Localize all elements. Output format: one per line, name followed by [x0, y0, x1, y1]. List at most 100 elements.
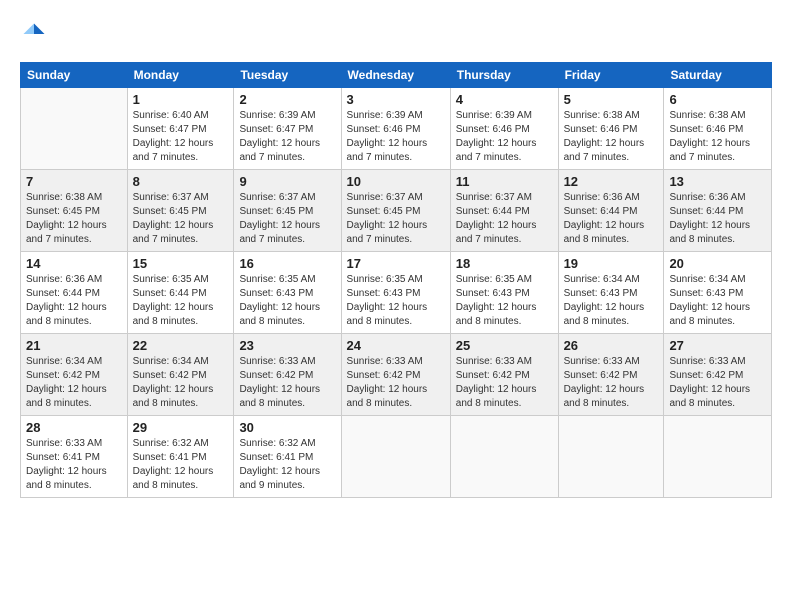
- day-info: Sunrise: 6:33 AM Sunset: 6:42 PM Dayligh…: [456, 355, 553, 411]
- day-number: 16: [239, 256, 335, 271]
- day-info: Sunrise: 6:39 AM Sunset: 6:47 PM Dayligh…: [239, 109, 335, 165]
- calendar-cell: 1Sunrise: 6:40 AM Sunset: 6:47 PM Daylig…: [127, 88, 234, 170]
- calendar-cell: 6 Sunrise: 6:38 AM Sunset: 6:46 PM Daylig…: [664, 88, 772, 170]
- logo-icon: [20, 20, 48, 48]
- day-info: Sunrise: 6:35 AM Sunset: 6:43 PM Dayligh…: [456, 273, 553, 329]
- day-number: 29: [133, 420, 229, 435]
- calendar-cell: 9Sunrise: 6:37 AM Sunset: 6:45 PM Daylig…: [234, 170, 341, 252]
- day-number: 5: [564, 92, 659, 107]
- day-info: Sunrise: 6:37 AM Sunset: 6:45 PM Dayligh…: [347, 191, 445, 247]
- calendar-cell: 4 Sunrise: 6:39 AM Sunset: 6:46 PM Daylig…: [450, 88, 558, 170]
- day-header-saturday: Saturday: [664, 63, 772, 88]
- day-header-thursday: Thursday: [450, 63, 558, 88]
- calendar-header-row: SundayMondayTuesdayWednesdayThursdayFrid…: [21, 63, 772, 88]
- calendar-cell: 23 Sunrise: 6:33 AM Sunset: 6:42 PM Dayli…: [234, 334, 341, 416]
- calendar-table: SundayMondayTuesdayWednesdayThursdayFrid…: [20, 62, 772, 498]
- day-info: Sunrise: 6:34 AM Sunset: 6:43 PM Dayligh…: [669, 273, 766, 329]
- day-number: 12: [564, 174, 659, 189]
- day-number: 28: [26, 420, 122, 435]
- calendar-cell: 5 Sunrise: 6:38 AM Sunset: 6:46 PM Daylig…: [558, 88, 664, 170]
- calendar-cell: 19Sunrise: 6:34 AM Sunset: 6:43 PM Dayli…: [558, 252, 664, 334]
- calendar-cell: 8 Sunrise: 6:37 AM Sunset: 6:45 PM Daylig…: [127, 170, 234, 252]
- calendar-cell: 25 Sunrise: 6:33 AM Sunset: 6:42 PM Dayli…: [450, 334, 558, 416]
- calendar-cell: 10 Sunrise: 6:37 AM Sunset: 6:45 PM Dayli…: [341, 170, 450, 252]
- calendar-cell: [664, 416, 772, 498]
- calendar-cell: [21, 88, 128, 170]
- day-info: Sunrise: 6:35 AM Sunset: 6:43 PM Dayligh…: [239, 273, 335, 329]
- day-info: Sunrise: 6:39 AM Sunset: 6:46 PM Dayligh…: [456, 109, 553, 165]
- day-info: Sunrise: 6:36 AM Sunset: 6:44 PM Dayligh…: [26, 273, 122, 329]
- calendar-week-row: 1Sunrise: 6:40 AM Sunset: 6:47 PM Daylig…: [21, 88, 772, 170]
- calendar-cell: 14 Sunrise: 6:36 AM Sunset: 6:44 PM Dayli…: [21, 252, 128, 334]
- calendar-cell: 22 Sunrise: 6:34 AM Sunset: 6:42 PM Dayli…: [127, 334, 234, 416]
- calendar-week-row: 14 Sunrise: 6:36 AM Sunset: 6:44 PM Dayli…: [21, 252, 772, 334]
- calendar-cell: 13 Sunrise: 6:36 AM Sunset: 6:44 PM Dayli…: [664, 170, 772, 252]
- day-number: 1: [133, 92, 229, 107]
- day-info: Sunrise: 6:35 AM Sunset: 6:43 PM Dayligh…: [347, 273, 445, 329]
- calendar-cell: 20 Sunrise: 6:34 AM Sunset: 6:43 PM Dayli…: [664, 252, 772, 334]
- day-number: 19: [564, 256, 659, 271]
- day-header-monday: Monday: [127, 63, 234, 88]
- day-info: Sunrise: 6:36 AM Sunset: 6:44 PM Dayligh…: [564, 191, 659, 247]
- day-info: Sunrise: 6:33 AM Sunset: 6:42 PM Dayligh…: [564, 355, 659, 411]
- day-number: 6: [669, 92, 766, 107]
- day-info: Sunrise: 6:34 AM Sunset: 6:42 PM Dayligh…: [133, 355, 229, 411]
- calendar-cell: 18 Sunrise: 6:35 AM Sunset: 6:43 PM Dayli…: [450, 252, 558, 334]
- calendar-cell: 2 Sunrise: 6:39 AM Sunset: 6:47 PM Daylig…: [234, 88, 341, 170]
- day-number: 23: [239, 338, 335, 353]
- day-info: Sunrise: 6:35 AM Sunset: 6:44 PM Dayligh…: [133, 273, 229, 329]
- day-number: 17: [347, 256, 445, 271]
- day-info: Sunrise: 6:38 AM Sunset: 6:46 PM Dayligh…: [669, 109, 766, 165]
- day-number: 21: [26, 338, 122, 353]
- day-info: Sunrise: 6:37 AM Sunset: 6:44 PM Dayligh…: [456, 191, 553, 247]
- calendar-cell: 7 Sunrise: 6:38 AM Sunset: 6:45 PM Daylig…: [21, 170, 128, 252]
- day-header-wednesday: Wednesday: [341, 63, 450, 88]
- day-number: 13: [669, 174, 766, 189]
- day-info: Sunrise: 6:33 AM Sunset: 6:42 PM Dayligh…: [239, 355, 335, 411]
- calendar-week-row: 28 Sunrise: 6:33 AM Sunset: 6:41 PM Dayli…: [21, 416, 772, 498]
- day-info: Sunrise: 6:32 AM Sunset: 6:41 PM Dayligh…: [133, 437, 229, 493]
- day-number: 10: [347, 174, 445, 189]
- calendar-cell: 26 Sunrise: 6:33 AM Sunset: 6:42 PM Dayli…: [558, 334, 664, 416]
- page-header: [20, 20, 772, 48]
- day-number: 8: [133, 174, 229, 189]
- day-number: 20: [669, 256, 766, 271]
- calendar-cell: 12 Sunrise: 6:36 AM Sunset: 6:44 PM Dayli…: [558, 170, 664, 252]
- calendar-week-row: 21 Sunrise: 6:34 AM Sunset: 6:42 PM Dayli…: [21, 334, 772, 416]
- day-info: Sunrise: 6:38 AM Sunset: 6:45 PM Dayligh…: [26, 191, 122, 247]
- day-number: 14: [26, 256, 122, 271]
- day-info: Sunrise: 6:33 AM Sunset: 6:41 PM Dayligh…: [26, 437, 122, 493]
- day-header-friday: Friday: [558, 63, 664, 88]
- calendar-cell: [341, 416, 450, 498]
- day-number: 25: [456, 338, 553, 353]
- day-number: 4: [456, 92, 553, 107]
- day-info: Sunrise: 6:34 AM Sunset: 6:42 PM Dayligh…: [26, 355, 122, 411]
- day-info: Sunrise: 6:36 AM Sunset: 6:44 PM Dayligh…: [669, 191, 766, 247]
- calendar-cell: 30 Sunrise: 6:32 AM Sunset: 6:41 PM Dayli…: [234, 416, 341, 498]
- calendar-cell: 27 Sunrise: 6:33 AM Sunset: 6:42 PM Dayli…: [664, 334, 772, 416]
- day-number: 22: [133, 338, 229, 353]
- day-header-sunday: Sunday: [21, 63, 128, 88]
- calendar-week-row: 7 Sunrise: 6:38 AM Sunset: 6:45 PM Daylig…: [21, 170, 772, 252]
- calendar-cell: [450, 416, 558, 498]
- calendar-cell: 29 Sunrise: 6:32 AM Sunset: 6:41 PM Dayli…: [127, 416, 234, 498]
- day-number: 27: [669, 338, 766, 353]
- day-number: 18: [456, 256, 553, 271]
- calendar-cell: [558, 416, 664, 498]
- calendar-cell: 28 Sunrise: 6:33 AM Sunset: 6:41 PM Dayli…: [21, 416, 128, 498]
- day-info: Sunrise: 6:37 AM Sunset: 6:45 PM Dayligh…: [133, 191, 229, 247]
- calendar-cell: 3Sunrise: 6:39 AM Sunset: 6:46 PM Daylig…: [341, 88, 450, 170]
- day-number: 2: [239, 92, 335, 107]
- day-info: Sunrise: 6:38 AM Sunset: 6:46 PM Dayligh…: [564, 109, 659, 165]
- day-info: Sunrise: 6:33 AM Sunset: 6:42 PM Dayligh…: [669, 355, 766, 411]
- day-info: Sunrise: 6:32 AM Sunset: 6:41 PM Dayligh…: [239, 437, 335, 493]
- day-info: Sunrise: 6:33 AM Sunset: 6:42 PM Dayligh…: [347, 355, 445, 411]
- day-number: 26: [564, 338, 659, 353]
- calendar-cell: 11Sunrise: 6:37 AM Sunset: 6:44 PM Dayli…: [450, 170, 558, 252]
- calendar-cell: 21 Sunrise: 6:34 AM Sunset: 6:42 PM Dayli…: [21, 334, 128, 416]
- logo: [20, 20, 52, 48]
- calendar-cell: 24Sunrise: 6:33 AM Sunset: 6:42 PM Dayli…: [341, 334, 450, 416]
- day-header-tuesday: Tuesday: [234, 63, 341, 88]
- day-number: 30: [239, 420, 335, 435]
- day-number: 7: [26, 174, 122, 189]
